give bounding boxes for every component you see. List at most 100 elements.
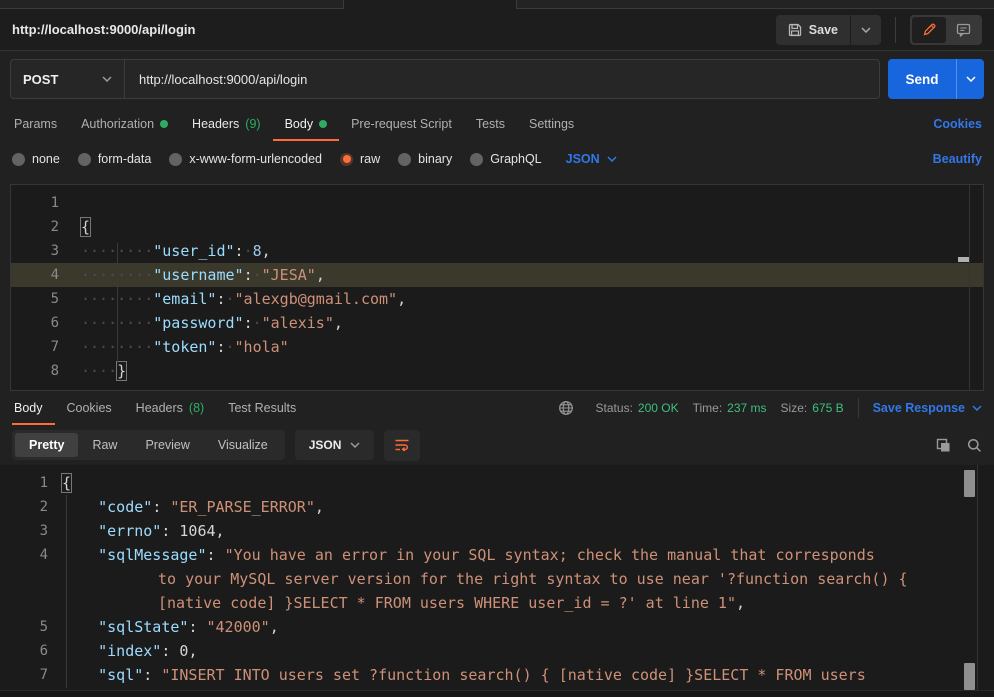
save-button[interactable]: Save [776,15,850,45]
scrollbar-thumb[interactable] [964,663,975,690]
copy-icon[interactable] [936,438,951,453]
view-pretty[interactable]: Pretty [15,433,78,457]
indent-guide [66,495,67,688]
code-line[interactable]: 6········"password":·"alexis", [11,311,983,335]
code-line[interactable]: 1 [11,191,983,215]
response-editor-scrollbar[interactable] [977,465,978,690]
line-content: "sql": "INSERT INTO users set ?function … [62,663,866,687]
body-type-radio-graphql[interactable]: GraphQL [470,152,541,166]
code-line[interactable]: 7 "sql": "INSERT INTO users set ?functio… [0,663,994,687]
line-content: "code": "ER_PARSE_ERROR", [62,495,324,519]
save-options-button[interactable] [850,15,881,45]
cookies-link[interactable]: Cookies [933,117,982,131]
line-number: 1 [0,471,48,495]
tab-label: Body [14,401,43,415]
request-header: http://localhost:9000/api/login Save [0,9,994,51]
tab-label: Cookies [67,401,112,415]
line-number: 3 [11,239,59,263]
radio-label: raw [360,152,380,166]
response-tab-body[interactable]: Body [12,391,55,425]
comment-button[interactable] [946,17,980,43]
edit-documentation-button[interactable] [912,17,946,43]
response-language-value: JSON [309,438,342,452]
save-button-label: Save [809,23,838,37]
response-tab-test-results[interactable]: Test Results [216,391,308,425]
code-line[interactable]: 3········"user_id":·8, [11,239,983,263]
save-response-button[interactable]: Save Response [873,401,982,415]
line-number: 5 [11,287,59,311]
code-line[interactable]: 4········"username":·"JESA", [11,263,983,287]
chevron-down-icon [861,27,871,33]
tab-settings[interactable]: Settings [517,107,586,141]
url-input[interactable]: http://localhost:9000/api/login [125,72,321,87]
response-language-select[interactable]: JSON [295,430,375,460]
body-language-value: JSON [566,152,600,166]
code-line[interactable]: 1{ [0,471,994,495]
request-editor-scrollbar[interactable] [969,185,970,390]
radio-circle [470,153,483,166]
chevron-down-icon [350,442,360,448]
body-language-select[interactable]: JSON [566,152,617,166]
window-bottom-edge [0,690,994,697]
code-line[interactable]: 8····} [11,359,983,383]
body-type-radio-x-www-form-urlencoded[interactable]: x-www-form-urlencoded [169,152,322,166]
tab-label: Test Results [228,401,296,415]
tab-label: Authorization [81,117,154,131]
save-icon [788,23,802,37]
body-type-radio-raw[interactable]: raw [340,152,380,166]
tab-label: Headers [136,401,183,415]
line-number: 7 [0,663,48,687]
body-type-radio-form-data[interactable]: form-data [78,152,152,166]
tab-body[interactable]: Body [273,107,340,141]
body-type-radio-binary[interactable]: binary [398,152,452,166]
code-line[interactable]: 3 "errno": 1064, [0,519,994,543]
globe-icon [558,400,574,416]
line-content: [native code] }SELECT * FROM users WHERE… [62,591,745,615]
tab-headers[interactable]: Headers(9) [180,107,273,141]
scrollbar-thumb[interactable] [958,257,969,262]
code-line[interactable]: to your MySQL server version for the rig… [0,567,994,591]
response-body-editor[interactable]: 1{2 "code": "ER_PARSE_ERROR",3 "errno": … [0,465,994,690]
code-line[interactable]: 5 "sqlState": "42000", [0,615,994,639]
scrollbar-thumb[interactable] [964,470,975,497]
code-line[interactable]: 5········"email":·"alexgb@gmail.com", [11,287,983,311]
send-options-button[interactable] [956,59,984,99]
request-body-editor[interactable]: 12{3········"user_id":·8,4········"usern… [10,184,984,391]
line-number: 2 [0,495,48,519]
view-raw[interactable]: Raw [78,433,131,457]
radio-label: form-data [98,152,152,166]
method-select[interactable]: POST [11,60,125,98]
line-number: 4 [0,543,48,567]
line-content: "index": 0, [62,639,197,663]
code-line[interactable]: 4 "sqlMessage": "You have an error in yo… [0,543,994,567]
tab-tests[interactable]: Tests [464,107,517,141]
view-visualize[interactable]: Visualize [204,433,282,457]
line-number: 2 [11,215,59,239]
view-preview[interactable]: Preview [131,433,203,457]
response-tab-headers[interactable]: Headers (8) [124,391,217,425]
chevron-down-icon [966,76,976,82]
code-line[interactable]: 2{ [11,215,983,239]
code-line[interactable]: 6 "index": 0, [0,639,994,663]
active-request-tab[interactable] [343,0,517,9]
beautify-link[interactable]: Beautify [933,152,982,166]
tab-params[interactable]: Params [12,107,69,141]
tab-count-badge: (8) [189,401,204,415]
wrap-lines-button[interactable] [384,430,420,461]
code-line[interactable]: 2 "code": "ER_PARSE_ERROR", [0,495,994,519]
radio-label: binary [418,152,452,166]
code-line[interactable]: 7········"token":·"hola" [11,335,983,359]
tab-authorization[interactable]: Authorization [69,107,180,141]
line-number: 6 [11,311,59,335]
tab-label: Params [14,117,57,131]
tab-label: Settings [529,117,574,131]
search-icon[interactable] [967,438,982,453]
body-type-radio-none[interactable]: none [12,152,60,166]
tab-pre-request-script[interactable]: Pre-request Script [339,107,464,141]
response-tab-cookies[interactable]: Cookies [55,391,124,425]
line-number: 6 [0,639,48,663]
code-line[interactable]: [native code] }SELECT * FROM users WHERE… [0,591,994,615]
chevron-down-icon [102,76,112,82]
indent-guide [117,243,118,363]
send-button[interactable]: Send [888,59,956,99]
